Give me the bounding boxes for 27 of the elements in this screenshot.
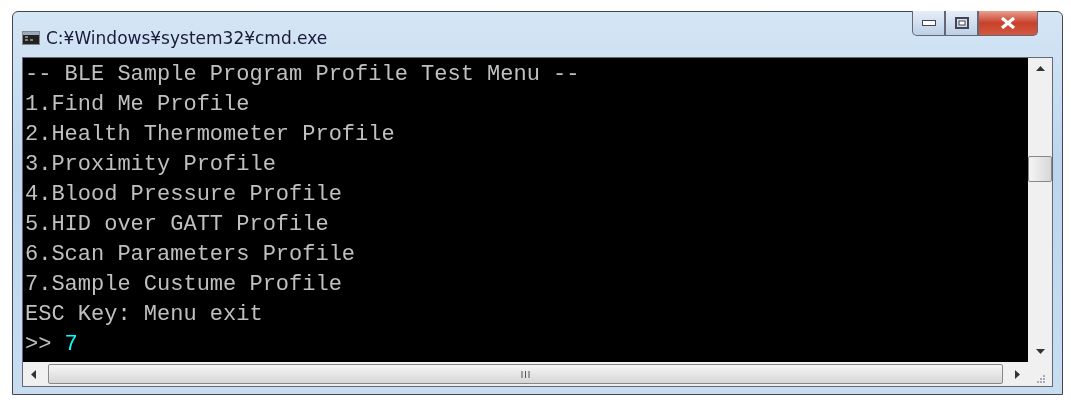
console-line: 4.Blood Pressure Profile [25, 181, 342, 209]
console-line: ESC Key: Menu exit [25, 301, 263, 329]
console-line: -- BLE Sample Program Profile Test Menu -- [25, 61, 580, 89]
grip-icon [521, 370, 530, 378]
scroll-thumb[interactable] [48, 364, 1003, 384]
console-line: 1.Find Me Profile [25, 91, 250, 119]
console-icon [22, 30, 40, 45]
typed-text: 7 [64, 331, 78, 359]
window-title: C:¥Windows¥system32¥cmd.exe [46, 27, 328, 48]
resize-grip-icon[interactable] [1035, 373, 1045, 383]
maximize-icon [954, 17, 969, 29]
close-button[interactable] [978, 11, 1038, 36]
console-line: 6.Scan Parameters Profile [25, 241, 356, 269]
scroll-thumb[interactable] [1028, 156, 1052, 182]
scroll-left-icon[interactable] [31, 369, 36, 379]
scroll-right-icon[interactable] [1015, 369, 1020, 379]
console-line: 2.Health Thermometer Profile [25, 121, 395, 149]
maximize-button[interactable] [945, 11, 978, 36]
console-line: 7.Sample Custume Profile [25, 271, 342, 299]
prompt-text: >> [25, 331, 52, 359]
console-line: 5.HID over GATT Profile [25, 211, 329, 239]
close-icon [1000, 17, 1016, 29]
minimize-button[interactable] [912, 11, 945, 36]
console-line: 3.Proximity Profile [25, 151, 276, 179]
minimize-icon [921, 20, 936, 26]
scroll-down-icon[interactable] [1035, 349, 1045, 354]
scroll-up-icon[interactable] [1035, 66, 1045, 71]
